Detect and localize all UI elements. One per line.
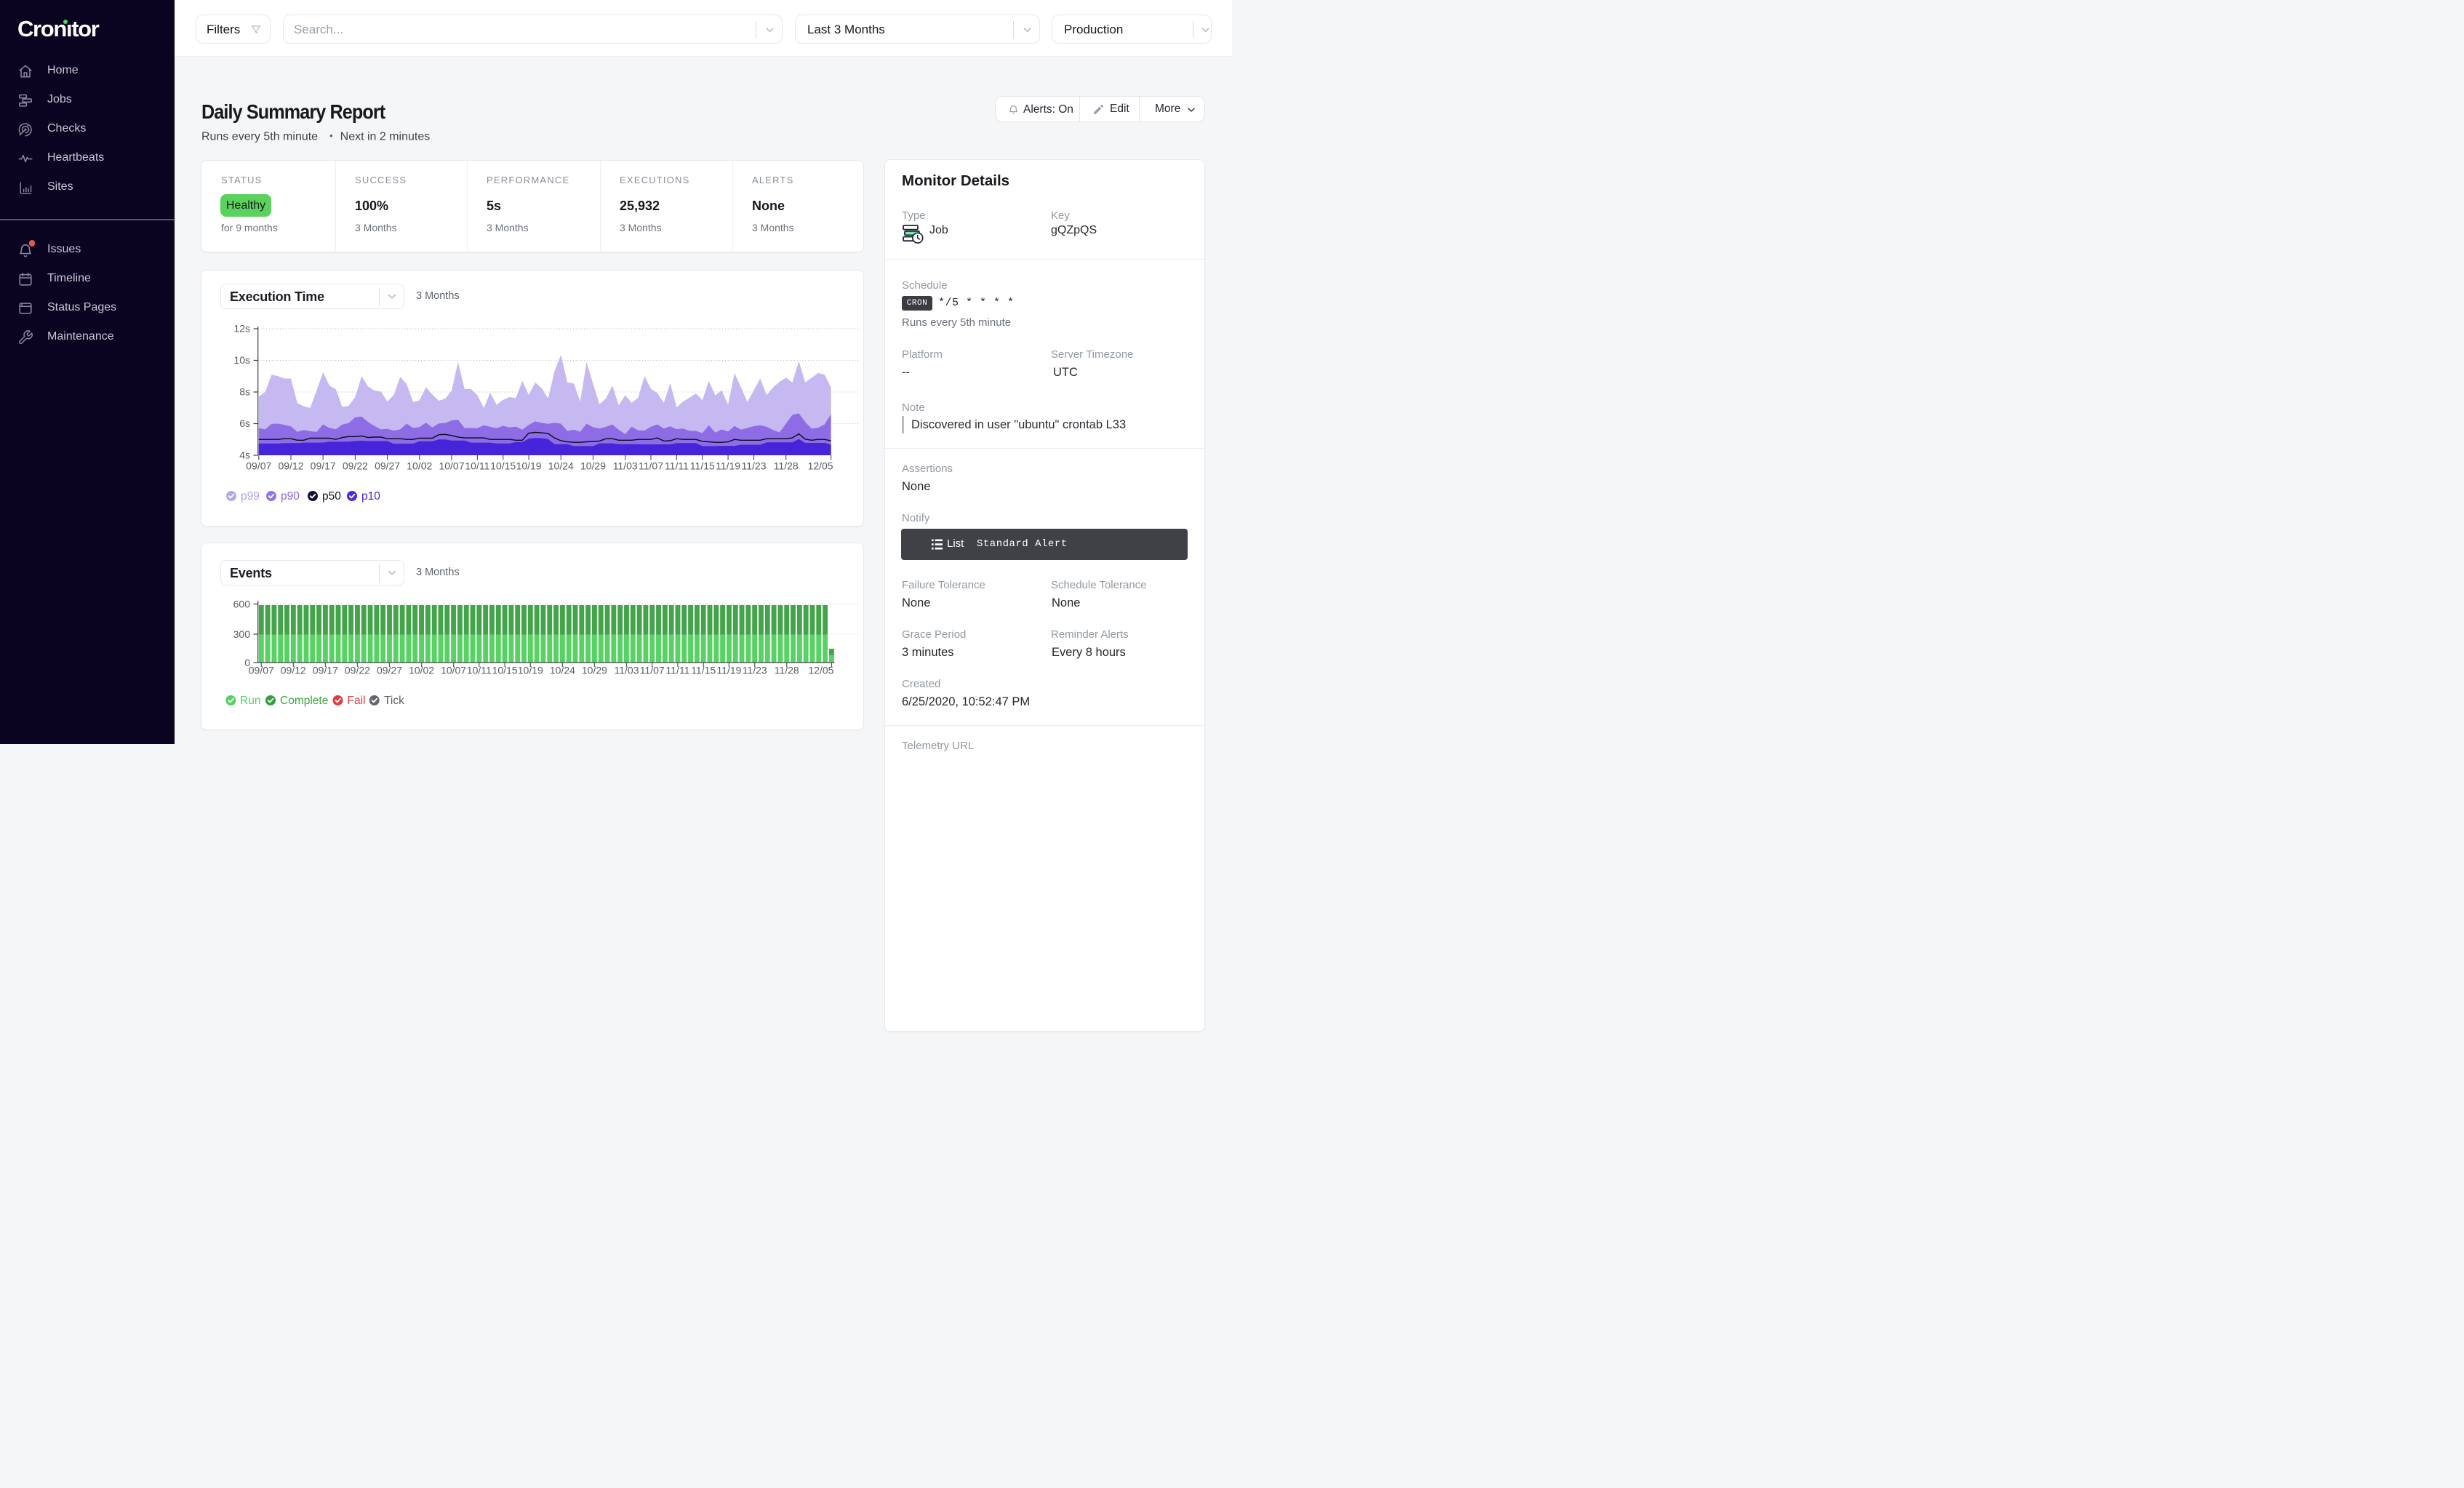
svg-text:10/19: 10/19 <box>518 665 543 676</box>
svg-text:09/27: 09/27 <box>375 460 400 472</box>
svg-text:10/02: 10/02 <box>409 665 434 676</box>
svg-text:11/15: 11/15 <box>690 460 715 472</box>
svg-text:09/07: 09/07 <box>246 460 271 472</box>
svg-text:8s: 8s <box>239 386 250 398</box>
svg-text:11/19: 11/19 <box>716 665 741 676</box>
svg-text:12/05: 12/05 <box>808 665 833 676</box>
svg-text:11/19: 11/19 <box>716 460 740 472</box>
svg-text:10/24: 10/24 <box>548 460 574 472</box>
svg-text:09/22: 09/22 <box>343 460 368 472</box>
svg-text:11/23: 11/23 <box>742 460 767 472</box>
svg-text:10/24: 10/24 <box>550 665 575 676</box>
svg-text:600: 600 <box>233 599 251 610</box>
svg-text:11/28: 11/28 <box>774 460 799 472</box>
svg-text:Complete: Complete <box>280 695 328 707</box>
svg-text:12s: 12s <box>233 323 250 335</box>
svg-text:09/17: 09/17 <box>311 460 336 472</box>
svg-text:10/07: 10/07 <box>439 460 464 472</box>
svg-text:11/03: 11/03 <box>613 460 638 472</box>
svg-text:09/07: 09/07 <box>249 665 274 676</box>
svg-text:10s: 10s <box>233 354 250 366</box>
svg-text:10/29: 10/29 <box>580 460 606 472</box>
svg-text:10/15: 10/15 <box>490 460 516 472</box>
svg-text:Run: Run <box>240 695 260 707</box>
svg-text:11/11: 11/11 <box>665 665 689 676</box>
svg-text:09/12: 09/12 <box>281 665 306 676</box>
svg-text:10/15: 10/15 <box>492 665 518 676</box>
svg-text:p50: p50 <box>322 490 341 503</box>
svg-text:Tick: Tick <box>384 695 404 707</box>
svg-text:10/02: 10/02 <box>407 460 432 472</box>
svg-text:300: 300 <box>233 628 251 640</box>
svg-text:11/23: 11/23 <box>743 665 767 676</box>
svg-text:10/07: 10/07 <box>441 665 466 676</box>
svg-text:4s: 4s <box>239 449 250 461</box>
svg-text:11/07: 11/07 <box>639 460 663 472</box>
svg-text:10/29: 10/29 <box>582 665 607 676</box>
svg-text:10/11: 10/11 <box>465 460 489 472</box>
svg-text:11/11: 11/11 <box>665 460 689 472</box>
svg-text:p10: p10 <box>361 490 380 503</box>
svg-text:09/27: 09/27 <box>377 665 402 676</box>
svg-text:Fail: Fail <box>348 695 366 707</box>
svg-text:10/11: 10/11 <box>467 665 492 676</box>
svg-text:10/19: 10/19 <box>516 460 542 472</box>
svg-text:11/07: 11/07 <box>640 665 665 676</box>
svg-text:11/03: 11/03 <box>615 665 639 676</box>
svg-text:11/15: 11/15 <box>691 665 716 676</box>
svg-text:09/12: 09/12 <box>278 460 303 472</box>
svg-text:p99: p99 <box>241 490 260 503</box>
svg-text:09/17: 09/17 <box>313 665 338 676</box>
svg-text:6s: 6s <box>239 417 250 429</box>
svg-text:11/28: 11/28 <box>775 665 799 676</box>
svg-text:p90: p90 <box>281 490 300 503</box>
svg-text:12/05: 12/05 <box>808 460 833 472</box>
svg-text:09/22: 09/22 <box>345 665 370 676</box>
